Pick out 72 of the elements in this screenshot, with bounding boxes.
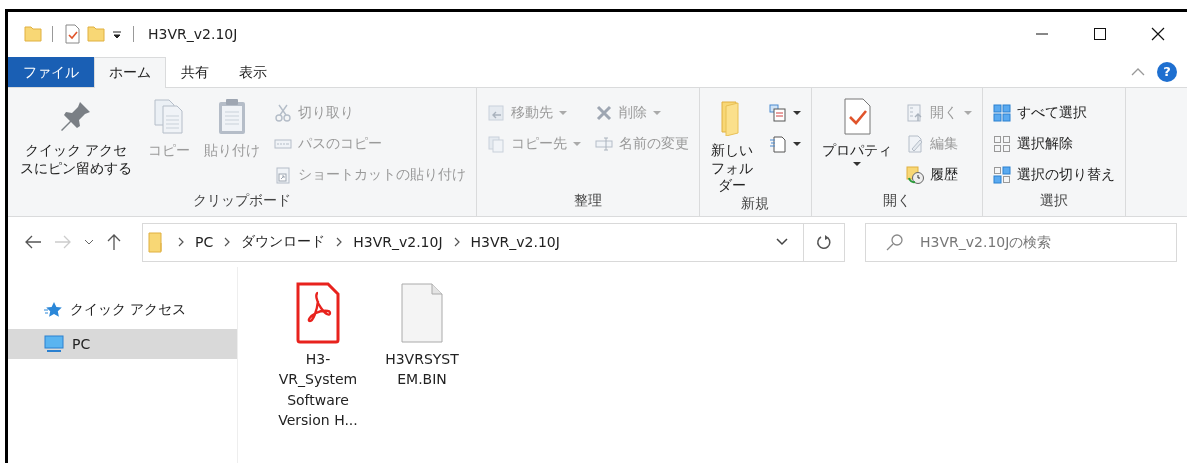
folder-icon[interactable] [87, 24, 105, 44]
help-button[interactable]: ? [1157, 61, 1177, 82]
ribbon-button[interactable]: 選択解除 [988, 131, 1119, 157]
caret-icon [963, 111, 972, 115]
caret-icon [792, 142, 801, 146]
breadcrumb[interactable]: H3VR_v2.10J [353, 234, 443, 250]
sidebar-item[interactable]: PC [8, 329, 237, 359]
ribbon-button[interactable]: 新しいフォルダー [706, 96, 759, 195]
ribbon-button[interactable]: クイック アクセスにピン留めする [14, 96, 139, 178]
breadcrumb[interactable]: PC [195, 234, 214, 250]
shortcut-icon [274, 166, 293, 184]
refresh-icon [816, 234, 832, 250]
close-icon [1151, 27, 1165, 41]
ribbon-tab[interactable]: 共有 [166, 57, 224, 87]
delete-icon [595, 104, 614, 122]
group-label: 新規 [740, 194, 771, 213]
ribbon-button[interactable]: プロパティ [817, 96, 896, 166]
blank-file-icon [398, 281, 446, 345]
invert-selection-icon [992, 166, 1011, 184]
chevron-right-icon [452, 237, 461, 247]
chevron-right-icon [223, 237, 232, 247]
caret-icon [573, 142, 582, 146]
pencil-document-icon [905, 135, 924, 153]
caret-icon [653, 111, 662, 115]
caret-icon [792, 111, 801, 115]
ribbon-tab[interactable]: ホーム [94, 57, 166, 88]
star-icon [44, 301, 62, 319]
select-none-icon [992, 135, 1011, 153]
back-arrow-icon[interactable] [24, 234, 42, 250]
group-label: 整理 [573, 192, 604, 210]
document-icon [768, 135, 787, 153]
pdf-file-icon [294, 281, 342, 345]
new-item-icon [768, 104, 787, 122]
group-label: 開く [881, 192, 912, 210]
window-title: H3VR_v2.10J [148, 26, 238, 42]
file-item[interactable]: H3-VR_System Software Version H... [276, 281, 360, 431]
maximize-icon [1093, 27, 1107, 41]
breadcrumb[interactable]: H3VR_v2.10J [470, 234, 560, 250]
chevron-right-icon [177, 237, 185, 247]
sidebar-item[interactable]: クイック アクセス [8, 295, 237, 325]
breadcrumb[interactable]: ダウンロード [241, 233, 326, 251]
file-tab[interactable]: ファイル [8, 57, 94, 87]
folder-icon[interactable] [24, 24, 42, 44]
ribbon-button[interactable]: 履歴 [901, 162, 976, 188]
file-item[interactable]: H3VRSYSTEM.BIN [380, 281, 464, 390]
checkmark-document-icon[interactable] [63, 24, 81, 44]
select-all-icon [992, 104, 1011, 122]
group-label: 選択 [1038, 192, 1069, 210]
caret-icon [559, 111, 568, 115]
search-input[interactable]: H3VR_v2.10Jの検索 [918, 233, 1176, 251]
scissors-icon [274, 104, 293, 122]
ribbon-button[interactable]: 選択の切り替え [988, 162, 1119, 188]
search-field[interactable]: H3VR_v2.10Jの検索 [865, 222, 1177, 262]
address-bar[interactable]: PC ダウンロード H3VR_v2.10J H3VR_v2.10J [142, 222, 804, 262]
group-label: クリップボード [192, 192, 293, 210]
copy-to-icon [487, 135, 506, 153]
chevron-down-icon[interactable] [775, 237, 789, 247]
up-arrow-icon[interactable] [106, 233, 122, 251]
chevron-down-icon[interactable] [84, 238, 94, 246]
caret-icon [852, 161, 861, 166]
refresh-button[interactable] [803, 222, 845, 262]
history-icon [905, 166, 924, 184]
chevron-right-icon [335, 237, 344, 247]
caret-icon[interactable] [111, 28, 123, 40]
search-icon [886, 233, 904, 251]
move-icon [487, 104, 506, 122]
open-icon [905, 104, 924, 122]
ribbon-button[interactable]: すべて選択 [988, 100, 1119, 126]
rename-icon [595, 135, 614, 153]
monitor-icon [44, 335, 64, 353]
collapse-ribbon-icon[interactable] [1131, 66, 1145, 77]
ribbon-tab[interactable]: 表示 [224, 57, 282, 87]
